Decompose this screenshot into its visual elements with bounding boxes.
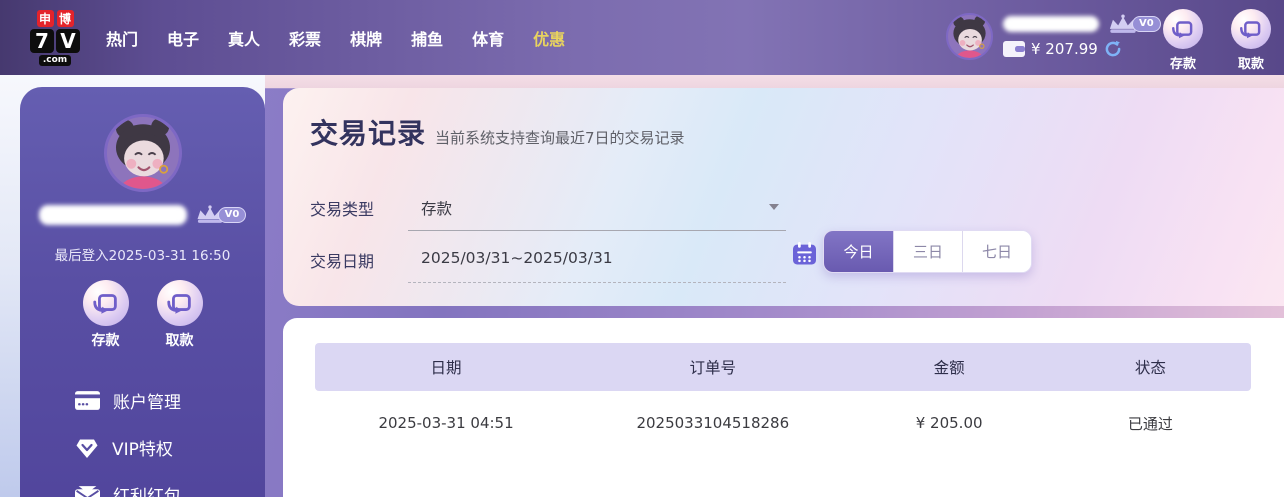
range-button-7days[interactable]: 七日 xyxy=(962,231,1031,272)
date-underline xyxy=(408,282,786,283)
table-row: 2025-03-31 04:51 2025033104518286 ¥ 205.… xyxy=(315,391,1251,455)
withdraw-button[interactable]: 取款 xyxy=(153,280,207,350)
transaction-type-select[interactable]: 存款 xyxy=(421,197,452,219)
sidebar: V0 最后登入2025-03-31 16:50 存款 取款 账户管理 VIP特权… xyxy=(0,75,265,497)
user-info: V0 ¥ 207.99 xyxy=(1003,13,1161,58)
withdraw-label: 取款 xyxy=(165,333,194,349)
nav-item-sports[interactable]: 体育 xyxy=(472,26,504,50)
page-subtitle: 当前系统支持查询最近7日的交易记录 xyxy=(435,129,685,147)
chevron-down-icon[interactable] xyxy=(769,204,779,210)
deposit-icon xyxy=(92,294,117,314)
sidebar-menu: 账户管理 VIP特权 红利红包 xyxy=(20,377,265,497)
avatar-illustration xyxy=(106,117,179,189)
range-button-today[interactable]: 今日 xyxy=(824,231,893,272)
logo-v: V xyxy=(56,28,80,53)
logo-char-1: 申 xyxy=(36,9,54,27)
vip-level-badge: V0 xyxy=(217,207,247,223)
sidebar-item-label: VIP特权 xyxy=(112,440,173,460)
card-icon xyxy=(75,391,100,410)
sidebar-item-label: 账户管理 xyxy=(113,393,181,413)
range-button-3days[interactable]: 三日 xyxy=(893,231,962,272)
cell-date: 2025-03-31 04:51 xyxy=(378,414,514,432)
nav-item-fishing[interactable]: 捕鱼 xyxy=(411,26,443,50)
nav-item-lottery[interactable]: 彩票 xyxy=(289,26,321,50)
avatar-illustration xyxy=(948,15,991,58)
username-redacted xyxy=(38,205,187,225)
red-packet-icon xyxy=(75,485,100,497)
last-login-text: 最后登入2025-03-31 16:50 xyxy=(54,248,231,264)
nav-item-hot[interactable]: 热门 xyxy=(106,26,138,50)
table-header-row: 日期 订单号 金额 状态 xyxy=(315,343,1251,391)
transaction-date-input[interactable]: 2025/03/31~2025/03/31 xyxy=(421,249,613,267)
nav-quick-actions: 存款 取款 xyxy=(1156,9,1278,72)
user-cluster: V0 ¥ 207.99 xyxy=(946,13,1161,60)
column-header-order-id: 订单号 xyxy=(689,359,737,377)
username-redacted xyxy=(1003,16,1099,32)
site-logo[interactable]: 申 博 7 V .com xyxy=(22,9,88,66)
user-avatar[interactable] xyxy=(946,13,993,60)
page: 申 博 7 V .com 热门 电子 真人 彩票 棋牌 捕鱼 体育 优惠 V0 … xyxy=(0,0,1284,497)
sidebar-quick-actions: 存款 取款 xyxy=(20,280,265,350)
wallet-icon xyxy=(1003,41,1025,57)
sidebar-item-account[interactable]: 账户管理 xyxy=(75,377,265,424)
page-title: 交易记录 xyxy=(310,117,427,150)
withdraw-button[interactable]: 取款 xyxy=(1224,9,1278,72)
logo-brand-tiles: 申 博 xyxy=(36,9,74,27)
transaction-type-label: 交易类型 xyxy=(310,200,375,219)
top-navbar: 申 博 7 V .com 热门 电子 真人 彩票 棋牌 捕鱼 体育 优惠 V0 … xyxy=(0,0,1284,75)
calendar-picker-button[interactable] xyxy=(793,242,816,269)
main-nav: 热门 电子 真人 彩票 棋牌 捕鱼 体育 优惠 xyxy=(106,26,565,50)
cell-order-id: 2025033104518286 xyxy=(636,414,790,432)
type-underline xyxy=(408,230,786,231)
deposit-icon xyxy=(1172,21,1193,39)
vip-privilege-icon xyxy=(76,439,98,458)
logo-7v: 7 V xyxy=(30,28,80,53)
refresh-balance-icon[interactable] xyxy=(1104,40,1122,58)
sidebar-item-label: 红利红包 xyxy=(113,487,181,497)
cell-amount: ¥ 205.00 xyxy=(915,414,983,432)
column-header-status: 状态 xyxy=(1134,359,1166,377)
withdraw-icon xyxy=(166,294,191,314)
column-header-date: 日期 xyxy=(430,359,462,377)
cell-status: 已通过 xyxy=(1127,414,1173,433)
calendar-icon xyxy=(793,242,816,265)
nav-item-promo[interactable]: 优惠 xyxy=(533,26,565,50)
deposit-label: 存款 xyxy=(91,333,120,349)
deposit-button[interactable]: 存款 xyxy=(79,280,133,350)
sidebar-profile-card: V0 最后登入2025-03-31 16:50 存款 取款 账户管理 VIP特权… xyxy=(20,87,265,497)
content: V0 最后登入2025-03-31 16:50 存款 取款 账户管理 VIP特权… xyxy=(0,75,1284,497)
panel-header: 交易记录 当前系统支持查询最近7日的交易记录 xyxy=(310,112,685,152)
logo-domain: .com xyxy=(38,54,72,66)
balance-amount: ¥ 207.99 xyxy=(1031,40,1098,58)
transaction-date-label: 交易日期 xyxy=(310,252,375,271)
main-area: 交易记录 当前系统支持查询最近7日的交易记录 交易类型 存款 交易日期 2025… xyxy=(265,75,1284,497)
nav-item-live[interactable]: 真人 xyxy=(228,26,260,50)
date-range-button-group: 今日 三日 七日 xyxy=(823,230,1032,273)
deposit-label: 存款 xyxy=(1169,57,1196,72)
nav-item-slots[interactable]: 电子 xyxy=(167,26,199,50)
nav-item-chess[interactable]: 棋牌 xyxy=(350,26,382,50)
sidebar-item-vip[interactable]: VIP特权 xyxy=(75,424,265,471)
transaction-table-panel: 日期 订单号 金额 状态 2025-03-31 04:51 2025033104… xyxy=(283,318,1284,497)
deposit-button[interactable]: 存款 xyxy=(1156,9,1210,72)
column-header-amount: 金额 xyxy=(933,359,965,377)
logo-7: 7 xyxy=(30,28,54,53)
withdraw-label: 取款 xyxy=(1237,57,1264,72)
sidebar-item-bonus[interactable]: 红利红包 xyxy=(75,471,265,497)
logo-char-2: 博 xyxy=(56,9,74,27)
sidebar-user-row: V0 xyxy=(20,203,265,227)
sidebar-avatar[interactable] xyxy=(103,114,182,192)
transaction-filter-panel: 交易记录 当前系统支持查询最近7日的交易记录 交易类型 存款 交易日期 2025… xyxy=(283,88,1284,306)
withdraw-icon xyxy=(1240,21,1261,39)
